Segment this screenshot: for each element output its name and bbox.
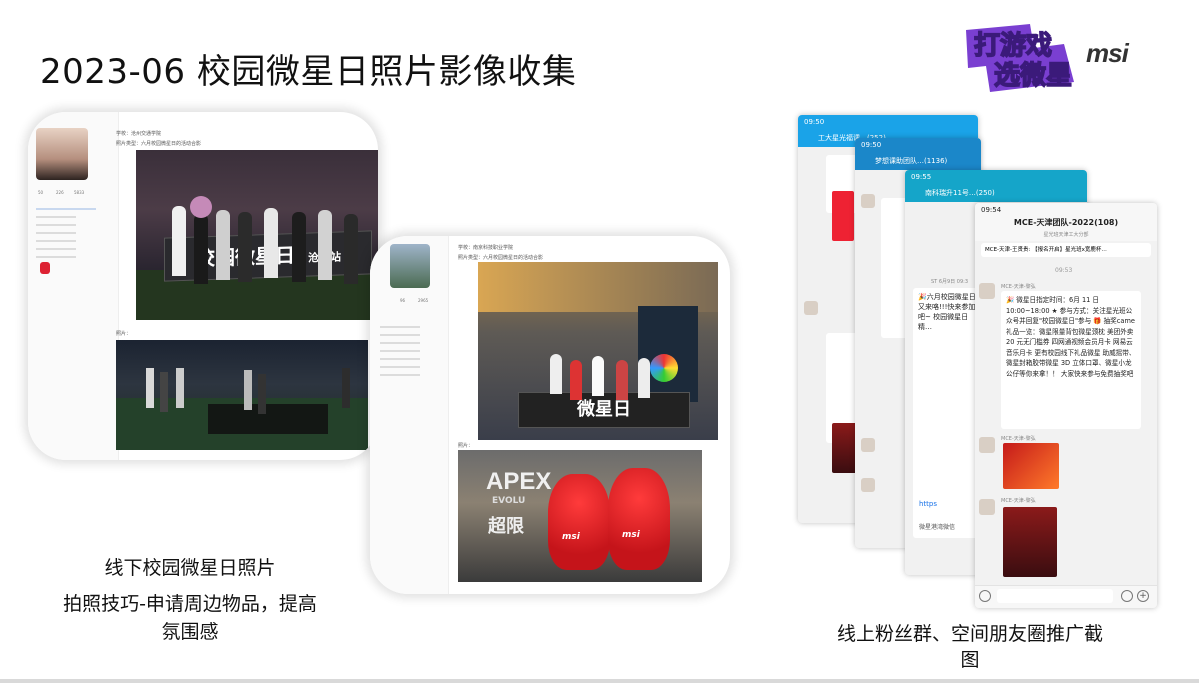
photos-label: 照片： xyxy=(458,443,474,449)
stall-photo-night xyxy=(116,340,368,450)
msi-logo: msi xyxy=(1086,38,1129,68)
chat-title: MCE-天津团队-2022(108) xyxy=(1013,218,1119,227)
photo-card-cangzhou: 50 226 5833 学校：沧州交通学院 照片类型：六月校园微星日的活动合影 … xyxy=(28,112,378,460)
group-photo-night: 校园微星日 沧州站 xyxy=(136,150,378,320)
display-mat xyxy=(208,404,328,434)
activity-banner: 校园微星日 沧州站 xyxy=(164,230,372,282)
profile-sidebar: 50 226 5833 xyxy=(28,112,119,460)
profile-sidebar: 96 2965 xyxy=(370,236,449,594)
caption-offline-2: 拍照技巧-申请周边物品，提高 xyxy=(63,593,317,615)
sender-name: MCE-天津-黎弘 xyxy=(1001,436,1036,442)
banner-text: 校园微星日 xyxy=(195,243,296,271)
input-bar: + xyxy=(975,585,1157,608)
status-time: 09:50 xyxy=(855,138,981,152)
prize-wheel xyxy=(650,354,678,382)
mid-message: 🎉六月校园微星日又来咯!!!快来参加吧~ 校园微星日精… xyxy=(918,293,976,331)
chat-avatar xyxy=(861,438,875,452)
profile-stat: 226 xyxy=(56,190,64,195)
profile-lines xyxy=(380,326,420,328)
chat-avatar[interactable] xyxy=(979,283,995,299)
chat-header[interactable]: MCE-天津团队-2022(108) 星光班天津工大分部 xyxy=(975,217,1157,241)
poster-image[interactable] xyxy=(1003,443,1059,489)
caption-online-2: 图 xyxy=(960,649,980,671)
chat-header: 梦想课助团队…(1136) xyxy=(855,152,981,170)
plus-icon[interactable]: + xyxy=(1137,590,1149,602)
voice-icon[interactable] xyxy=(979,590,991,602)
logo-line1: 打游戏 xyxy=(974,31,1052,61)
chat-screenshot-front: 09:54 MCE-天津团队-2022(108) 星光班天津工大分部 MCE-天… xyxy=(975,203,1157,608)
chat-avatar[interactable] xyxy=(979,437,995,453)
chao-text: 超限 xyxy=(488,516,524,537)
slide: 2023-06 校园微星日照片影像收集 打游戏 选微星 msi 50 226 5… xyxy=(0,0,1199,683)
dragon-plush-photo: APEX EVOLU 超限 msi msi xyxy=(458,450,702,582)
evol-text: EVOLU xyxy=(492,496,526,506)
poster-image[interactable] xyxy=(1003,507,1057,577)
emoji-icon[interactable] xyxy=(1121,590,1133,602)
page-title: 2023-06 校园微星日照片影像收集 xyxy=(40,52,577,92)
caption-online-1: 线上粉丝群、空间朋友圈推广截 xyxy=(836,623,1103,645)
booth-photo: 微星日 xyxy=(478,262,718,440)
avatar xyxy=(36,128,88,180)
main-message: 🎉 微星日指定时间：6月 11 日 10:00~18:00 ★ 参与方式：关注星… xyxy=(1006,296,1136,378)
apex-text: APEX xyxy=(486,468,552,495)
booth-banner: 微星日 xyxy=(518,392,690,428)
message-time: 09:53 xyxy=(1055,267,1073,274)
divider xyxy=(36,208,96,210)
chat-avatar xyxy=(861,478,875,492)
photo-type-label: 照片类型：六月校园微星日的活动合影 xyxy=(458,255,544,261)
sender-name: MCE-天津-黎弘 xyxy=(1001,498,1036,504)
profile-stat: 2965 xyxy=(418,298,429,303)
school-label: 学校：沧州交通学院 xyxy=(116,131,162,137)
chat-subheader: 星光班天津工大分部 xyxy=(1043,232,1089,238)
sender-name: MCE-天津-黎弘 xyxy=(1001,284,1036,290)
chat-header: 南科瑞升11号…(250) xyxy=(905,184,1087,202)
msg-date: ST 6月9日 09:3 xyxy=(931,279,968,285)
dragon-plush-right: msi xyxy=(608,468,670,570)
dragon-plush-left: msi xyxy=(548,474,610,570)
msi-tag: msi xyxy=(562,532,580,542)
chat-bubble-main: 🎉 微星日指定时间：6月 11 日 10:00~18:00 ★ 参与方式：关注星… xyxy=(1001,291,1141,429)
photo-card-nanjing: 96 2965 学校：南京科技职业学院 照片类型：六月校园微星日的活动合影 微星… xyxy=(370,236,730,594)
status-time: 09:54 xyxy=(975,203,1157,217)
caption-offline-3: 氛围感 xyxy=(161,621,219,643)
status-time: 09:50 xyxy=(798,115,978,129)
profile-stat: 50 xyxy=(38,190,44,195)
mascot-head xyxy=(190,196,212,218)
chat-avatar xyxy=(861,194,875,208)
chat-avatar[interactable] xyxy=(979,499,995,515)
people-silhouettes xyxy=(146,368,154,408)
people-silhouettes xyxy=(550,354,562,394)
profile-stat: 5833 xyxy=(74,190,85,195)
dragon-icon xyxy=(40,262,50,274)
banner-station: 沧州站 xyxy=(307,250,341,265)
logo-line2: 选微星 xyxy=(994,60,1072,91)
avatar xyxy=(390,244,430,288)
photo-type-label: 照片类型：六月校园微星日的活动合影 xyxy=(116,141,202,147)
profile-stat: 96 xyxy=(400,298,406,303)
mid-footer: 微星港湾微信 xyxy=(919,524,956,531)
message-input[interactable] xyxy=(997,589,1113,603)
school-label: 学校：南京科技职业学院 xyxy=(458,245,514,251)
photos-label: 照片： xyxy=(116,331,132,337)
mid-link: https xyxy=(919,500,938,508)
profile-lines xyxy=(36,216,76,218)
poster-thumb xyxy=(832,191,854,241)
chat-avatar xyxy=(804,301,818,315)
status-time: 09:55 xyxy=(905,170,1087,184)
msi-tag: msi xyxy=(622,530,640,540)
game-logo: 打游戏 选微星 xyxy=(966,24,1074,92)
caption-offline-1: 线下校园微星日照片 xyxy=(104,557,276,579)
pinned-message[interactable]: MCE-天津-王贤贵: 【报名开启】星光班x宽鹿杯… xyxy=(981,243,1151,257)
people-silhouettes xyxy=(172,206,186,276)
